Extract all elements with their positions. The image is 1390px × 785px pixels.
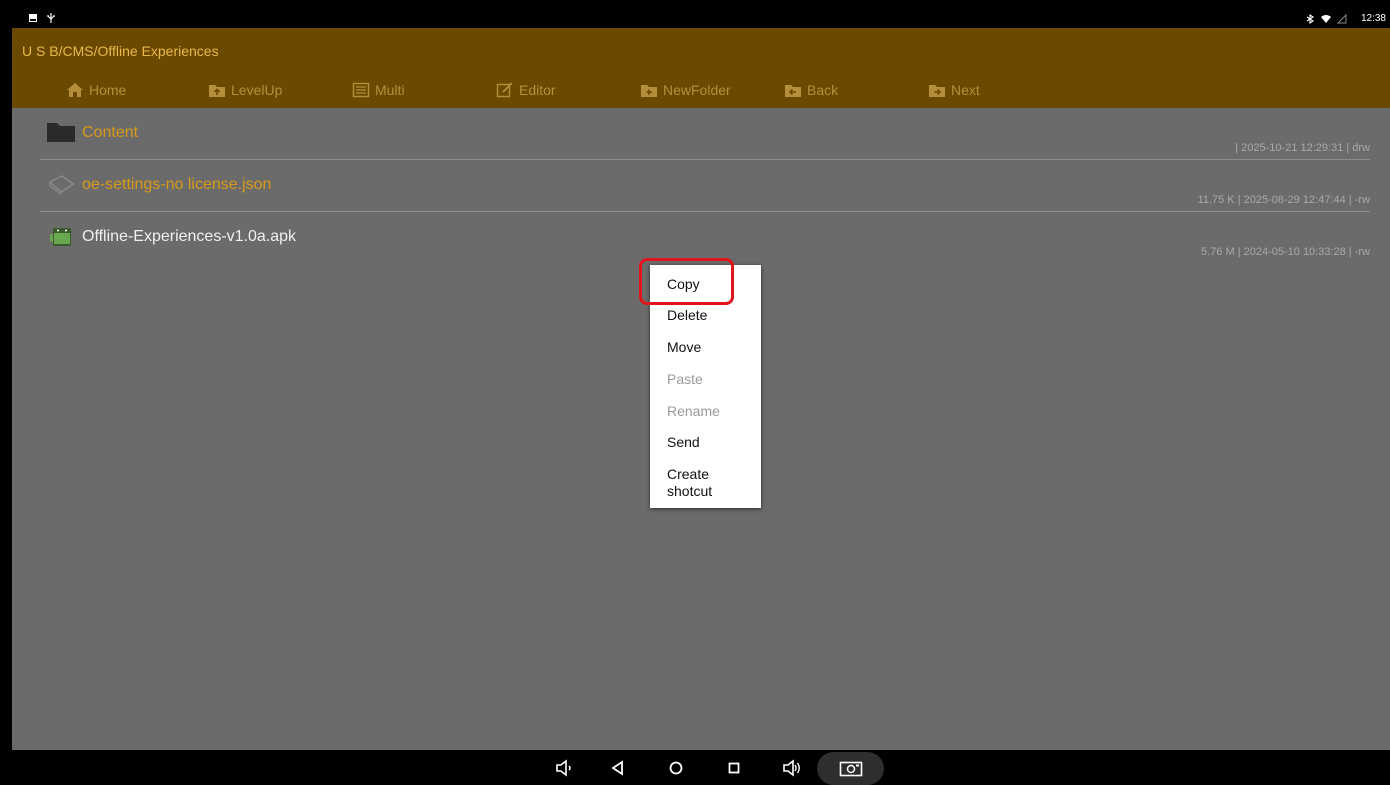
- home-circle-icon[interactable]: [666, 759, 686, 777]
- folder-icon: [47, 123, 75, 142]
- next-label: Next: [951, 82, 980, 98]
- edit-icon: [496, 82, 513, 98]
- home-icon: [67, 83, 83, 97]
- image-icon: [29, 14, 37, 22]
- screenshot-button[interactable]: [817, 752, 884, 785]
- bluetooth-icon: [1306, 13, 1314, 24]
- status-time: 12:38: [1360, 13, 1386, 24]
- usb-icon: [47, 13, 55, 23]
- multi-label: Multi: [375, 82, 405, 98]
- back-label: Back: [807, 82, 839, 98]
- menu-item-paste: Paste: [667, 371, 703, 387]
- file-row-content[interactable]: Content | 2025-10-21 12:29:31 | drw: [40, 108, 1370, 160]
- levelup-label: LevelUp: [231, 82, 283, 98]
- file-icon: [48, 175, 75, 196]
- editor-label: Editor: [519, 82, 556, 98]
- file-meta: | 2025-10-21 12:29:31 | drw: [1235, 142, 1370, 154]
- newfolder-button[interactable]: NewFolder: [640, 82, 731, 98]
- app-header: U S B/CMS/Offline Experiences Home Level…: [12, 28, 1390, 108]
- menu-item-create-shortcut[interactable]: Create shotcut: [667, 466, 727, 500]
- file-row-json[interactable]: oe-settings-no license.json 11.75 K | 20…: [40, 160, 1370, 212]
- editor-button[interactable]: Editor: [496, 82, 556, 98]
- levelup-button[interactable]: LevelUp: [208, 82, 282, 98]
- menu-item-delete[interactable]: Delete: [667, 307, 757, 324]
- menu-item-copy[interactable]: Copy: [667, 276, 757, 293]
- home-button[interactable]: Home: [66, 82, 126, 98]
- recents-icon[interactable]: [724, 759, 744, 777]
- file-meta: 5.76 M | 2024-05-10 10:33:28 | -rw: [1201, 246, 1370, 258]
- wifi-icon: [1320, 14, 1331, 23]
- file-name: oe-settings-no license.json: [82, 176, 272, 193]
- menu-item-move[interactable]: Move: [667, 339, 757, 356]
- file-name: Offline-Experiences-v1.0a.apk: [82, 228, 297, 245]
- screenshot-icon: [839, 761, 863, 777]
- file-meta: 11.75 K | 2025-08-29 12:47:44 | -rw: [1197, 194, 1370, 206]
- toolbar: Home LevelUp Multi Editor NewFolder Back: [12, 80, 1012, 104]
- next-button[interactable]: Next: [928, 82, 980, 98]
- status-bar: 12:38: [12, 10, 1390, 28]
- context-menu: Copy Delete Move Paste Rename Send Creat…: [650, 265, 761, 508]
- back-button[interactable]: Back: [784, 82, 838, 98]
- multi-button[interactable]: Multi: [352, 82, 405, 98]
- home-label: Home: [89, 82, 127, 98]
- folder-back-icon: [785, 85, 801, 97]
- volume-down-icon[interactable]: [554, 759, 574, 777]
- menu-item-send[interactable]: Send: [667, 434, 757, 451]
- newfolder-label: NewFolder: [663, 82, 731, 98]
- navigation-bar: [12, 750, 1390, 785]
- file-name: Content: [82, 124, 139, 141]
- file-row-apk[interactable]: Offline-Experiences-v1.0a.apk 5.76 M | 2…: [40, 212, 1370, 264]
- multi-select-icon: [352, 82, 370, 98]
- battery-icon: [1336, 13, 1347, 23]
- folder-up-icon: [209, 85, 225, 97]
- android-apk-icon: [50, 228, 71, 246]
- back-icon[interactable]: [608, 759, 628, 777]
- new-folder-icon: [641, 85, 657, 97]
- menu-item-rename: Rename: [667, 403, 720, 419]
- current-path: U S B/CMS/Offline Experiences: [22, 43, 219, 59]
- folder-next-icon: [929, 85, 945, 97]
- volume-up-icon[interactable]: [782, 759, 802, 777]
